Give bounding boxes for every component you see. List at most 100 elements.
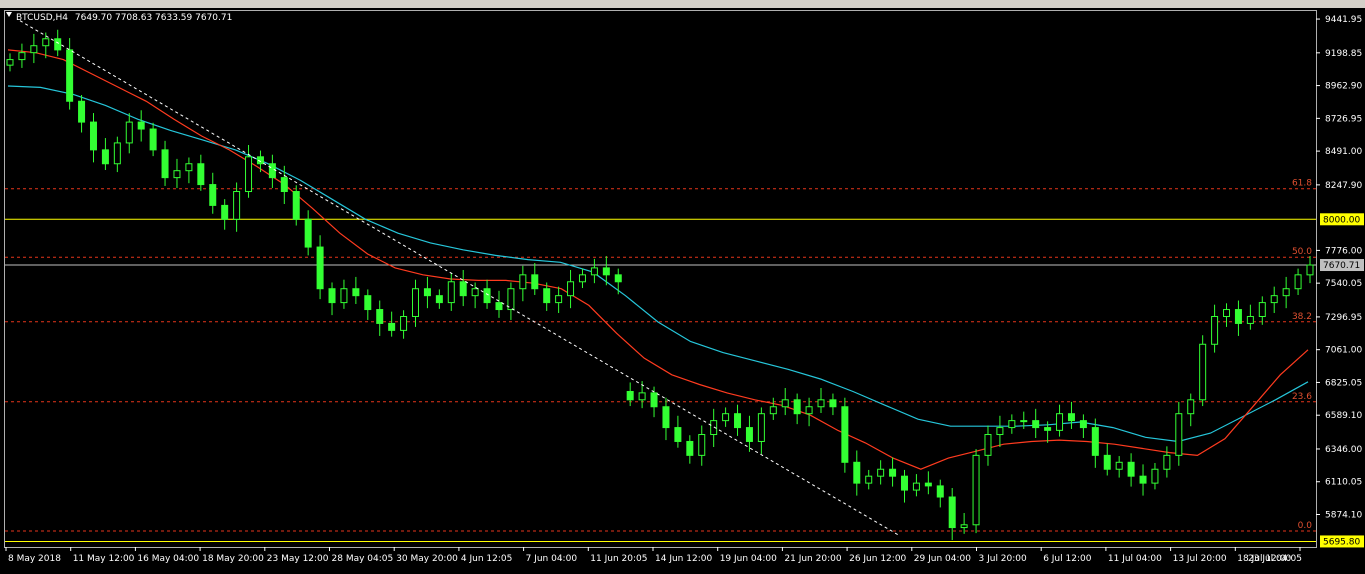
- level-price-label: 7670.71: [1323, 261, 1360, 271]
- candle-body: [626, 390, 634, 401]
- candle-body: [1139, 475, 1147, 484]
- candle-body: [412, 288, 420, 317]
- time-tick-label: 11 Jun 20:05: [590, 554, 647, 564]
- candle-body: [1115, 461, 1123, 470]
- candle-body: [889, 468, 897, 477]
- candle-body: [161, 149, 169, 179]
- time-tick-label: 29 Jun 04:00: [914, 554, 971, 564]
- candle-body: [6, 59, 14, 66]
- candle-body: [614, 274, 622, 283]
- price-tick-label: 9441.95: [1325, 15, 1362, 25]
- price-tick-label: 6589.10: [1325, 411, 1362, 421]
- candle-body: [662, 406, 670, 429]
- candle-body: [519, 274, 527, 290]
- candle-body: [1234, 309, 1242, 324]
- candle-body: [877, 468, 885, 477]
- candle-body: [972, 454, 980, 526]
- candle-body: [817, 399, 825, 408]
- price-tick-label: 6346.00: [1325, 445, 1362, 455]
- candle-body: [674, 427, 682, 442]
- candle-body: [1008, 420, 1016, 429]
- candle-body: [734, 413, 742, 429]
- time-tick-label: 11 May 12:00: [73, 554, 135, 564]
- candle-body: [352, 288, 360, 297]
- time-tick-label: 7 Jun 04:00: [526, 554, 578, 564]
- fibo-label: 38.2: [1292, 312, 1312, 322]
- candle-body: [853, 461, 861, 484]
- candle-body: [125, 121, 133, 144]
- candle-body: [149, 128, 157, 151]
- price-tick-label: 9198.85: [1325, 49, 1362, 59]
- candle-body: [698, 434, 706, 456]
- candle-body: [459, 281, 467, 297]
- candle-body: [602, 267, 610, 276]
- price-tick-label: 8726.95: [1325, 114, 1362, 124]
- candle-body: [483, 288, 491, 304]
- candle-body: [1079, 420, 1087, 429]
- candle-body: [1199, 343, 1207, 401]
- candle-body: [900, 475, 908, 491]
- price-tick-label: 8962.90: [1325, 82, 1362, 92]
- time-tick-label: 11 Jul 04:00: [1108, 554, 1162, 564]
- candle-body: [1067, 413, 1075, 422]
- candle-body: [865, 475, 873, 484]
- fibo-label: 61.8: [1292, 179, 1312, 189]
- candle-body: [42, 38, 50, 47]
- candle-body: [1223, 309, 1231, 317]
- candle-body: [960, 524, 968, 529]
- chart-title: BTCUSD,H4 7649.70 7708.63 7633.59 7670.7…: [16, 13, 232, 23]
- candle-body: [54, 38, 62, 51]
- candle-body: [781, 399, 789, 408]
- candle-body: [1270, 295, 1278, 304]
- candle-body: [316, 246, 324, 290]
- candle-body: [686, 440, 694, 456]
- candle-body: [471, 288, 479, 297]
- candle-body: [1032, 420, 1040, 429]
- candle-body: [209, 184, 217, 206]
- price-tick-label: 6110.05: [1325, 478, 1362, 488]
- candle-body: [221, 204, 229, 220]
- candle-body: [912, 482, 920, 491]
- candle-body: [173, 170, 181, 179]
- candle-body: [1056, 413, 1064, 431]
- time-tick-label: 26 Jun 12:00: [849, 554, 906, 564]
- candle-body: [1306, 264, 1314, 276]
- candle-body: [996, 427, 1004, 436]
- time-tick-label: 18 May 20:00: [202, 554, 264, 564]
- candle-body: [495, 302, 503, 311]
- candle-body: [1175, 413, 1183, 456]
- candle-body: [984, 434, 992, 456]
- candle-body: [1163, 454, 1171, 470]
- time-tick-label: 14 Jun 12:00: [655, 554, 712, 564]
- time-tick-label: 16 May 04:00: [137, 554, 199, 564]
- time-tick-label: 8 May 2018: [8, 554, 61, 564]
- candle-body: [388, 322, 396, 331]
- candle-body: [304, 218, 312, 248]
- price-tick-label: 7296.95: [1325, 313, 1362, 323]
- candle-body: [197, 163, 205, 186]
- level-price-label: 5695.80: [1323, 537, 1360, 547]
- candle-body: [292, 191, 300, 220]
- candle-body: [829, 399, 837, 408]
- candle-body: [1246, 315, 1254, 324]
- candle-body: [185, 163, 193, 172]
- candle-body: [1127, 461, 1135, 477]
- price-chart[interactable]: 61.8 50.0 38.2 23.6 0.0 9441.95 9198.85 8962.9…: [0, 8, 1365, 574]
- candle-body: [268, 163, 276, 179]
- candle-body: [567, 281, 575, 297]
- level-price-label: 8000.00: [1323, 215, 1360, 225]
- price-tick-label: 7061.00: [1325, 346, 1362, 356]
- candle-body: [841, 406, 849, 463]
- fibo-label: 50.0: [1292, 247, 1312, 257]
- price-tick-label: 7540.05: [1325, 279, 1362, 289]
- candle-body: [1187, 399, 1195, 415]
- time-tick-label: 19 Jun 04:00: [720, 554, 777, 564]
- candle-body: [435, 295, 443, 304]
- candle-body: [793, 399, 801, 415]
- candle-body: [745, 427, 753, 442]
- candle-body: [650, 392, 658, 408]
- fibo-label: 23.6: [1292, 392, 1312, 402]
- candle-body: [78, 100, 86, 123]
- candle-body: [948, 496, 956, 529]
- candle-body: [280, 177, 288, 193]
